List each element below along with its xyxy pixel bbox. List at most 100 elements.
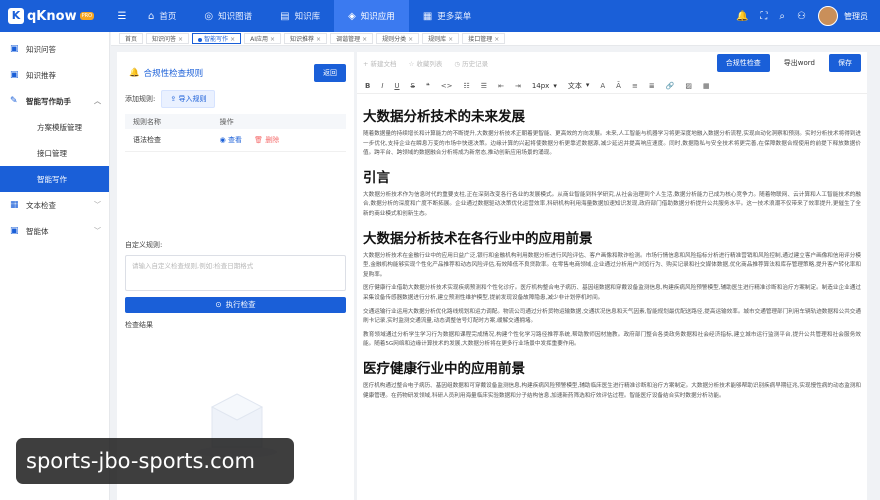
align-center-icon[interactable]: ≣	[649, 82, 655, 90]
code-icon[interactable]: <>	[441, 82, 453, 90]
close-icon[interactable]: ×	[230, 36, 235, 43]
view-link[interactable]: ◉ 查看	[220, 136, 242, 144]
bell-icon[interactable]: 🔔	[736, 11, 748, 22]
export-word-button[interactable]: 导出word	[778, 54, 821, 72]
user-name[interactable]: 管理员	[844, 11, 868, 22]
sidebar-item-agent[interactable]: ▣ 智能体 ﹀	[0, 218, 109, 244]
format-toolbar: B I U S ❝ <> ☷ ☰ ⇤ ⇥ 14px ▾ 文本 ▾ A Ā ≡ ≣ 🔗…	[357, 78, 867, 94]
sidebar-item-qa[interactable]: ▣ 知识问答	[0, 36, 109, 62]
pen-icon: ✎	[10, 96, 18, 106]
text-style-select[interactable]: 文本 ▾	[568, 81, 590, 91]
outdent-icon[interactable]: ⇤	[498, 82, 504, 90]
main-nav: ⌂ 首页 ◎ 知识图谱 ▤ 知识库 ◈ 知识应用 ▦ 更多菜单	[134, 0, 485, 32]
document-editor: + 新建文档 ☆ 收藏列表 ◷ 历史记录 合规性检查 导出word 保存 B I…	[357, 52, 867, 500]
strike-icon[interactable]: S	[411, 82, 415, 90]
search-icon[interactable]: ⌕	[779, 11, 785, 22]
tab-smart-writing[interactable]: 智能写作 ×	[192, 33, 242, 44]
close-icon[interactable]: ×	[408, 36, 413, 43]
delete-link[interactable]: 🗑 删除	[254, 136, 279, 144]
app-logo[interactable]: K qKnow PRO	[0, 8, 110, 24]
nav-knowledge-base[interactable]: ▤ 知识库	[266, 0, 334, 32]
ordered-list-icon[interactable]: ☷	[464, 82, 470, 90]
paragraph: 医疗机构通过整合电子病历、基因组数据和可穿戴设备监测信息,构建疾病风险预警模型,…	[363, 382, 861, 399]
link-icon[interactable]: 🔗	[666, 82, 675, 90]
close-icon[interactable]: ×	[270, 36, 275, 43]
sidebar-item-api-mgmt[interactable]: 接口管理	[0, 140, 109, 166]
rules-table: 规则名称 操作 语法检查 ◉ 查看 🗑 删除	[125, 114, 346, 152]
italic-icon[interactable]: I	[381, 82, 383, 90]
trash-icon: 🗑	[254, 135, 266, 144]
avatar[interactable]	[818, 6, 838, 26]
nav-knowledge-graph[interactable]: ◎ 知识图谱	[190, 0, 266, 32]
panel-title: 🔔 合规性检查规则	[129, 68, 204, 79]
active-dot-icon	[198, 37, 203, 42]
save-button[interactable]: 保存	[829, 54, 861, 72]
nav-knowledge-app[interactable]: ◈ 知识应用	[334, 0, 409, 32]
close-icon[interactable]: ×	[178, 36, 183, 43]
bullet-list-icon[interactable]: ☰	[481, 82, 487, 90]
app-icon: ◈	[348, 10, 356, 22]
chevron-down-icon: ﹀	[94, 227, 101, 235]
favorites-link[interactable]: ☆ 收藏列表	[409, 58, 443, 68]
font-size-select[interactable]: 14px ▾	[532, 82, 557, 90]
section-heading: 大数据分析技术的未来发展	[363, 109, 525, 125]
history-link[interactable]: ◷ 历史记录	[454, 58, 488, 68]
nav-home[interactable]: ⌂ 首页	[134, 0, 190, 32]
tab-home[interactable]: 首页	[119, 33, 144, 44]
document-body[interactable]: 大数据分析技术的未来发展 随着数据量的持续增长和计算能力的不断提升,大数据分析技…	[357, 94, 867, 409]
tab-rule-library[interactable]: 规则库 ×	[422, 33, 460, 44]
close-icon[interactable]: ×	[494, 36, 499, 43]
custom-rule-input[interactable]: 请输入自定义检查规则,例如:检查日期格式	[125, 254, 346, 291]
import-rule-button[interactable]: ⇪ 导入规则	[161, 90, 216, 108]
bold-icon[interactable]: B	[365, 82, 370, 90]
close-icon[interactable]: ×	[316, 36, 321, 43]
paragraph: 大数据分析技术在金融行业中的应用日益广泛,银行和金融机构利用数据分析进行风险评估…	[363, 252, 861, 278]
run-check-button[interactable]: ⊙ 执行检查	[125, 296, 346, 313]
underline-icon[interactable]: U	[394, 82, 399, 90]
sidebar-item-recommend[interactable]: ▣ 知识推荐	[0, 62, 109, 88]
result-label: 检查结果	[125, 320, 153, 329]
image-icon[interactable]: ▨	[685, 82, 692, 90]
indent-icon[interactable]: ⇥	[515, 82, 521, 90]
back-button[interactable]: 返回	[314, 64, 346, 82]
sidebar-item-text-check[interactable]: ▦ 文本检查 ﹀	[0, 192, 109, 218]
col-rule-name: 规则名称	[125, 114, 180, 129]
table-icon[interactable]: ▦	[703, 82, 710, 90]
rule-panel: 🔔 合规性检查规则 返回 添加规则: ⇪ 导入规则 规则名称 操作 语法检查 ◉ 查…	[117, 52, 354, 500]
paragraph: 教育领域通过分析学生学习行为数据和课程完成情况,构建个性化学习路径推荐系统,帮助…	[363, 331, 861, 348]
paragraph: 随着数据量的持续增长和计算能力的不断提升,大数据分析技术正朝着更智能、更高效的方…	[363, 131, 861, 157]
tab-tuning[interactable]: 调谐管理 ×	[330, 33, 374, 44]
paragraph: 医疗健康行业借助大数据分析技术实现疾病预测和个性化诊疗。医疗机构整合电子病历、基…	[363, 285, 861, 301]
close-icon[interactable]: ×	[362, 36, 367, 43]
quote-icon[interactable]: ❝	[426, 82, 430, 90]
sidebar-item-template-mgmt[interactable]: 方案模版管理	[0, 114, 109, 140]
tab-recommend[interactable]: 知识推荐 ×	[284, 33, 328, 44]
section-heading: 医疗健康行业中的应用前景	[363, 360, 525, 377]
compliance-check-button[interactable]: 合规性检查	[716, 54, 770, 72]
layout-icon[interactable]: ⚇	[797, 11, 806, 22]
align-left-icon[interactable]: ≡	[632, 82, 638, 90]
fullscreen-icon[interactable]: ⛶	[760, 11, 767, 22]
highlight-icon[interactable]: Ā	[616, 82, 621, 90]
new-doc-link[interactable]: + 新建文档	[363, 58, 397, 68]
tab-ai-app[interactable]: AI应用 ×	[244, 33, 282, 44]
tabs-bar: 首页 知识问答 × 智能写作 × AI应用 × 知识推荐 × 调谐管理 × 规则分类 × 规…	[111, 32, 880, 46]
sidebar-item-writing-assistant[interactable]: ✎ 智能写作助手 ︿	[0, 88, 109, 114]
menu-collapse-icon[interactable]: ☰	[110, 0, 134, 32]
chevron-up-icon: ︿	[94, 97, 101, 105]
tab-qa[interactable]: 知识问答 ×	[146, 33, 190, 44]
recommend-icon: ▣	[10, 70, 19, 80]
logo-mark-icon: K	[8, 8, 24, 24]
chevron-down-icon: ▾	[585, 80, 590, 89]
sidebar-item-smart-writing[interactable]: 智能写作	[0, 166, 109, 192]
nav-more-menu[interactable]: ▦ 更多菜单	[409, 0, 485, 32]
close-icon[interactable]: ×	[448, 36, 453, 43]
tab-api-mgmt[interactable]: 接口管理 ×	[462, 33, 506, 44]
top-navbar: K qKnow PRO ☰ ⌂ 首页 ◎ 知识图谱 ▤ 知识库 ◈ 知识应用 ▦ 更多菜单…	[0, 0, 880, 32]
rule-name-cell: 语法检查	[125, 129, 180, 152]
pro-badge: PRO	[79, 12, 95, 20]
qa-icon: ▣	[10, 44, 19, 54]
tab-rule-category[interactable]: 规则分类 ×	[376, 33, 420, 44]
check-circle-icon: ⊙	[215, 300, 222, 309]
font-color-icon[interactable]: A	[600, 82, 605, 90]
